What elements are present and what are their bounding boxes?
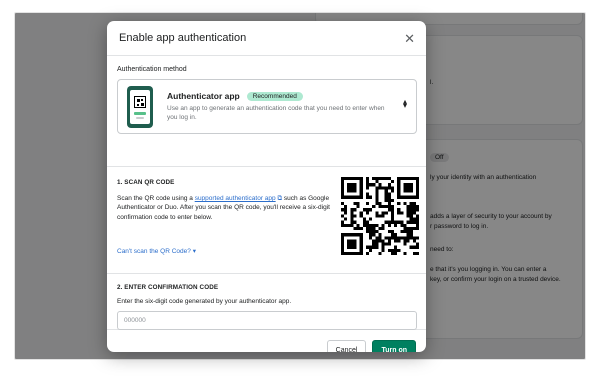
enable-app-auth-modal: Enable app authentication ✕ Authenticati… — [107, 21, 426, 352]
phone-qr-illustration-icon — [127, 85, 153, 128]
cant-scan-label: Can't scan the QR Code? — [117, 248, 191, 255]
confirmation-code-input[interactable] — [117, 311, 417, 330]
scan-qr-section: 1. SCAN QR CODE Scan the QR code using a… — [107, 167, 426, 274]
scan-text-before: Scan the QR code using a — [117, 195, 195, 202]
qr-code — [341, 177, 419, 255]
auth-method-description: Use an app to generate an authentication… — [167, 105, 385, 121]
confirm-code-heading: 2. ENTER CONFIRMATION CODE — [117, 284, 219, 291]
scan-instructions: Scan the QR code using a supported authe… — [117, 194, 331, 222]
close-icon[interactable]: ✕ — [404, 32, 415, 45]
confirm-code-section: 2. ENTER CONFIRMATION CODE Enter the six… — [107, 274, 426, 330]
cant-scan-toggle[interactable]: Can't scan the QR Code? ▾ — [117, 247, 196, 255]
modal-title: Enable app authentication — [119, 32, 247, 44]
modal-footer: Cancel Turn on — [107, 330, 426, 352]
turn-on-button[interactable]: Turn on — [372, 340, 416, 352]
modal-header: Enable app authentication ✕ — [107, 21, 426, 56]
confirm-code-label: Enter the six-digit code generated by yo… — [117, 298, 292, 305]
supported-apps-link[interactable]: supported authenticator app — [195, 195, 276, 202]
auth-method-name: Authenticator app — [167, 91, 240, 102]
cancel-button[interactable]: Cancel — [326, 340, 367, 352]
auth-method-select[interactable]: Authenticator app Recommended Use an app… — [117, 79, 417, 134]
select-caret-icon: ▴ ▾ — [402, 97, 407, 111]
qr-modules — [341, 177, 419, 255]
caret-down-icon: ▾ — [192, 248, 196, 255]
auth-method-section: Authentication method Authenticator app … — [107, 56, 426, 167]
auth-method-label: Authentication method — [117, 66, 187, 73]
recommended-badge: Recommended — [246, 91, 303, 101]
